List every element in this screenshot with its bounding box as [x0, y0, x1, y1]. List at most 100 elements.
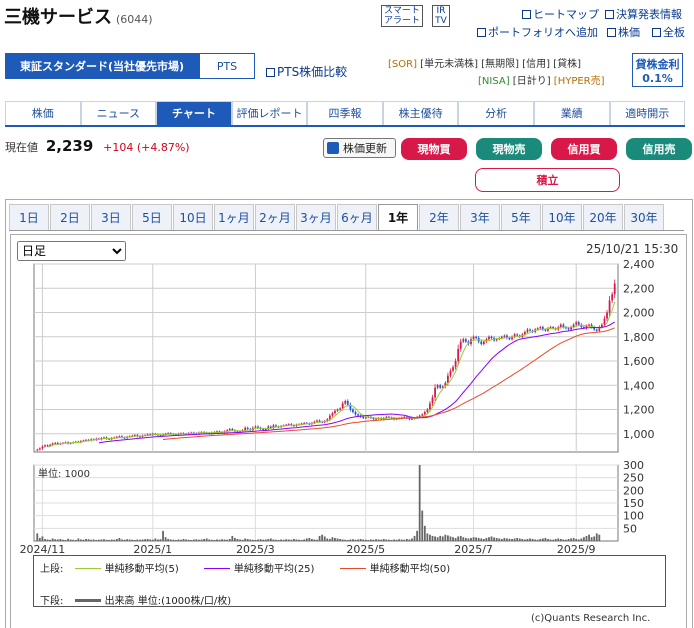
candle-body: [431, 397, 434, 404]
volume-tick-label: 100: [623, 510, 644, 523]
volume-gridlines: [33, 464, 619, 542]
volume-bar: [570, 538, 572, 541]
chart-legend: 上段: 単純移動平均(5) 単純移動平均(25) 単純移動平均(50) 下段: …: [33, 555, 666, 607]
candle-body: [38, 448, 41, 450]
candle-body: [608, 300, 611, 313]
ma5-line: [47, 301, 616, 448]
candle-body: [426, 409, 429, 412]
volume-bar: [85, 538, 87, 541]
volume-bar: [277, 539, 280, 541]
candle-body: [567, 328, 570, 330]
ma25-line: [98, 321, 615, 444]
volume-bar: [82, 539, 85, 541]
volume-bar: [547, 538, 549, 541]
candle-body: [475, 336, 478, 338]
volume-bar: [462, 537, 465, 541]
volume-bar: [541, 538, 544, 541]
ma50-swatch: [339, 568, 366, 569]
volume-bar: [264, 539, 267, 541]
candle-body: [231, 428, 234, 431]
volume-bar: [595, 533, 598, 541]
ma25-swatch: [203, 568, 230, 569]
candle-body: [606, 312, 608, 319]
volume-bar: [46, 539, 49, 541]
volume-bar: [298, 539, 300, 541]
candle-body: [464, 339, 467, 342]
volume-bar: [192, 539, 195, 541]
volume-bar: [100, 539, 103, 541]
volume-bar: [51, 538, 54, 541]
volume-bar: [485, 537, 488, 541]
volume-bar: [180, 539, 182, 541]
volume-bar: [359, 538, 362, 541]
volume-bar: [323, 536, 326, 541]
volume-bar: [508, 538, 511, 541]
volume-bar: [313, 539, 316, 541]
volume-bar: [498, 538, 501, 541]
volume-bar: [529, 538, 531, 541]
volume-bar: [321, 534, 324, 541]
volume-tick-label: 200: [623, 484, 644, 497]
candle-body: [434, 387, 436, 398]
candle-body: [611, 294, 614, 301]
volume-bar: [449, 536, 452, 541]
volume-bar: [436, 537, 439, 541]
volume-bar: [110, 539, 113, 541]
candle-body: [436, 385, 439, 388]
volume-bar: [459, 535, 462, 541]
volume-bar: [239, 539, 241, 541]
volume-bar: [452, 537, 454, 541]
volume-bar: [169, 539, 172, 541]
candle-body: [457, 348, 460, 362]
candle-body: [341, 403, 344, 409]
volume-bar: [477, 537, 480, 541]
volume-bar: [523, 539, 526, 541]
volume-bar: [121, 539, 123, 541]
volume-bar: [531, 538, 534, 541]
volume-bar: [228, 538, 231, 541]
volume-bar: [62, 539, 64, 541]
volume-bar: [387, 539, 390, 541]
volume-bar: [92, 539, 95, 541]
price-tick-label: 1,400: [623, 379, 655, 392]
volume-bar: [554, 538, 557, 541]
volume-bar: [444, 534, 447, 541]
candle-body: [544, 329, 547, 331]
volume-bar: [254, 539, 257, 541]
volume-bar: [308, 537, 311, 541]
volume-bar: [577, 539, 580, 541]
price-tick-label: 2,400: [623, 258, 655, 271]
volume-bar: [493, 537, 495, 541]
volume-bar: [372, 539, 375, 541]
price-tick-label: 1,800: [623, 331, 655, 344]
volume-bar: [408, 539, 411, 541]
candle-body: [269, 426, 272, 428]
volume-bar: [303, 539, 306, 541]
volume-bar: [141, 539, 144, 541]
candle-body: [346, 401, 349, 405]
volume-bar: [177, 539, 180, 541]
volume-bar: [400, 539, 403, 541]
volume-bar: [457, 536, 460, 541]
volume-bar: [370, 539, 372, 541]
candle-body: [418, 415, 421, 417]
volume-bar: [190, 539, 193, 541]
volume-axis-ticks: 30025020015010050: [623, 459, 644, 535]
volume-bar: [395, 539, 398, 541]
volume-bar: [285, 539, 288, 541]
candle-body: [603, 318, 606, 325]
candle-body: [516, 334, 519, 336]
volume-bar: [431, 535, 434, 541]
volume-bar: [441, 536, 444, 541]
candle-body: [344, 401, 347, 404]
volume-bar: [506, 538, 508, 541]
volume-bar: [316, 539, 318, 541]
candle-body: [459, 341, 462, 349]
volume-bar: [195, 539, 198, 541]
price-tick-label: 2,000: [623, 307, 655, 320]
volume-bar: [146, 538, 149, 541]
volume-bar: [588, 534, 590, 541]
volume-bar: [221, 539, 223, 541]
volume-bar: [398, 539, 401, 541]
candle-body: [44, 445, 46, 447]
